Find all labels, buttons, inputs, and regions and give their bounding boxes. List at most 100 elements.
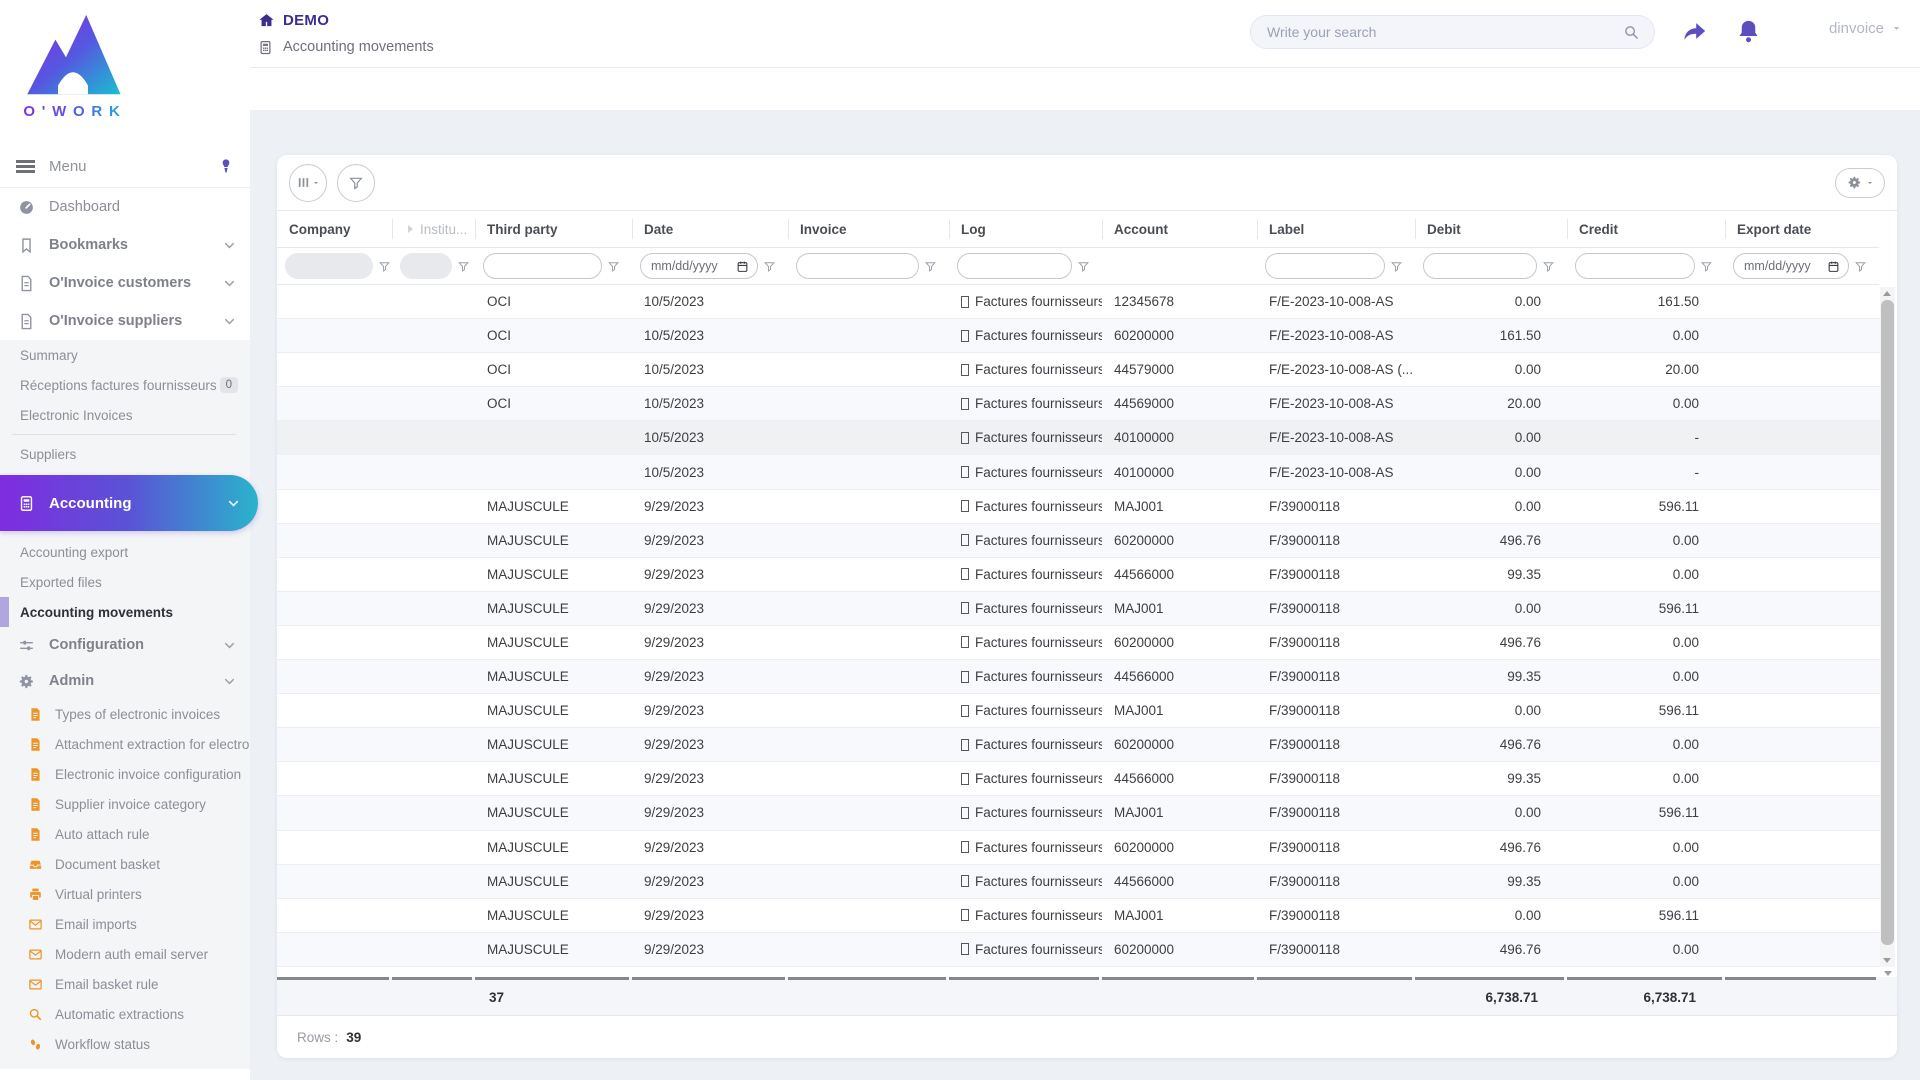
filter-funnel-icon[interactable] [1077,260,1090,273]
cell-credit: - [1694,464,1700,480]
sidebar-subitem-r-ceptions-factures-fournisseurs[interactable]: Réceptions factures fournisseurs 0 [0,370,250,400]
sidebar-subitem-workflow-status[interactable]: Workflow status [0,1029,250,1059]
col-header-log[interactable]: Log [949,211,1102,247]
table-row[interactable]: OCI 10/5/2023 Factures fournisseurs 6020000… [277,319,1880,354]
sidebar-subitem-electronic-invoices[interactable]: Electronic Invoices [0,400,250,430]
cell-credit: 596.11 [1658,805,1699,821]
filter-input-invoice[interactable] [796,253,919,279]
col-header-third_party[interactable]: Third party [475,211,632,247]
table-row[interactable]: MAJUSCULE 9/29/2023 Factures fournisseurs 6… [277,932,1880,967]
cell-export_date [1725,796,1879,829]
cell-institution [392,285,475,318]
sidebar-item-admin[interactable]: Admin [0,663,250,699]
filter-funnel-icon[interactable] [378,260,391,273]
col-header-date[interactable]: Date [632,211,788,247]
sidebar-subitem-modern-auth-email-server[interactable]: Modern auth email server [0,939,250,969]
filter-funnel-icon[interactable] [1700,260,1713,273]
sidebar-subitem-electronic-invoice-configuration[interactable]: Electronic invoice configuration [0,759,250,789]
menu-label: Menu [49,157,87,175]
filter-input-label[interactable] [1265,253,1385,279]
table-row[interactable]: MAJUSCULE 9/29/2023 Factures fournisseurs 6… [277,523,1880,558]
col-header-institution[interactable]: Institu... [392,211,475,247]
scroll-up-arrow[interactable] [1883,291,1891,296]
filter-button[interactable] [337,163,375,202]
table-row[interactable]: 10/5/2023 Factures fournisseurs 40100000 F/… [277,455,1880,490]
col-filter-company [277,248,392,284]
table-row[interactable]: MAJUSCULE 9/29/2023 Factures fournisseurs M… [277,591,1880,626]
col-header-credit[interactable]: Credit [1567,211,1725,247]
sidebar-item-o-invoice-suppliers[interactable]: O'Invoice suppliers [0,302,250,340]
table-row[interactable]: MAJUSCULE 9/29/2023 Factures fournisseurs M… [277,899,1880,933]
table-row[interactable]: OCI 10/5/2023 Factures fournisseurs 4456900… [277,387,1880,422]
sidebar-subitem-exported-files[interactable]: Exported files [0,567,250,597]
filter-funnel-icon[interactable] [924,260,937,273]
sidebar-subitem-supplier-invoice-category[interactable]: Supplier invoice category [0,789,250,819]
sidebar-subitem-attachment-extraction-for-electroni[interactable]: Attachment extraction for electroni [0,729,250,759]
sidebar-subitem-automatic-extractions[interactable]: Automatic extractions [0,999,250,1029]
filter-funnel-icon[interactable] [1542,260,1555,273]
search-icon[interactable] [1623,24,1640,41]
filter-funnel-icon[interactable] [1854,260,1867,273]
filter-date-input-date[interactable]: mm/dd/yyyy [640,253,758,279]
table-row[interactable]: OCI 10/5/2023 Factures fournisseurs 4457900… [277,353,1880,388]
log-doc-icon [961,329,969,342]
table-row[interactable]: MAJUSCULE 9/29/2023 Factures fournisseurs M… [277,796,1880,831]
settings-button[interactable] [1835,167,1885,198]
inbox-icon [28,857,43,872]
filter-funnel-icon[interactable] [457,260,470,273]
table-row[interactable]: MAJUSCULE 9/29/2023 Factures fournisseurs 6… [277,831,1880,865]
sidebar-item-dashboard[interactable]: Dashboard [0,188,250,226]
col-header-label[interactable]: Label [1257,211,1415,247]
sidebar-subitem-email-basket-rule[interactable]: Email basket rule [0,969,250,999]
table-row[interactable]: MAJUSCULE 9/29/2023 Factures fournisseurs 4… [277,864,1880,899]
scrollbar-thumb[interactable] [1881,300,1894,945]
sidebar-subitem-email-imports[interactable]: Email imports [0,909,250,939]
filter-funnel-icon[interactable] [763,260,776,273]
col-header-export_date[interactable]: Export date [1725,211,1879,247]
cell-text: Factures fournisseurs [975,907,1102,923]
col-header-invoice[interactable]: Invoice [788,211,949,247]
table-row[interactable]: MAJUSCULE 9/29/2023 Factures fournisseurs 4… [277,558,1880,592]
table-row[interactable]: MAJUSCULE 9/29/2023 Factures fournisseurs M… [277,490,1880,524]
filter-funnel-icon[interactable] [607,260,620,273]
hamburger-icon[interactable] [16,159,35,173]
table-row[interactable]: MAJUSCULE 9/29/2023 Factures fournisseurs 4… [277,762,1880,797]
col-header-debit[interactable]: Debit [1415,211,1567,247]
filter-input-third_party[interactable] [483,253,602,279]
table-row[interactable]: MAJUSCULE 9/29/2023 Factures fournisseurs 6… [277,626,1880,661]
sidebar-subitem-suppliers[interactable]: Suppliers [0,439,250,469]
table-row[interactable]: MAJUSCULE 9/29/2023 Factures fournisseurs 4… [277,660,1880,695]
scroll-down-arrow[interactable] [1883,958,1891,963]
sidebar-item-bookmarks[interactable]: Bookmarks [0,226,250,264]
sidebar-subitem-auto-attach-rule[interactable]: Auto attach rule [0,819,250,849]
app-title-link[interactable]: DEMO [258,12,329,29]
share-icon[interactable] [1681,18,1708,45]
sidebar-subitem-types-of-electronic-invoices[interactable]: Types of electronic invoices [0,699,250,729]
cell-export_date [1725,319,1879,352]
user-menu[interactable]: dinvoice [1829,20,1902,37]
pin-icon[interactable] [218,158,234,174]
sidebar-subitem-summary[interactable]: Summary [0,340,250,370]
bell-icon[interactable] [1735,18,1762,45]
sidebar-subitem-accounting-movements[interactable]: Accounting movements [0,597,250,627]
table-row[interactable]: MAJUSCULE 9/29/2023 Factures fournisseurs 6… [277,728,1880,763]
sidebar-subitem-accounting-export[interactable]: Accounting export [0,537,250,567]
col-header-account[interactable]: Account [1102,211,1257,247]
sidebar-subitem-virtual-printers[interactable]: Virtual printers [0,879,250,909]
filter-input-credit[interactable] [1575,253,1695,279]
sidebar-subitem-document-basket[interactable]: Document basket [0,849,250,879]
search-input[interactable] [1265,23,1623,41]
table-row[interactable]: OCI 10/5/2023 Factures fournisseurs 1234567… [277,285,1880,320]
filter-input-debit[interactable] [1423,253,1537,279]
columns-button[interactable] [289,163,327,202]
filter-input-log[interactable] [957,253,1072,279]
sidebar-item-configuration[interactable]: Configuration [0,627,250,663]
sidebar-item-accounting[interactable]: Accounting [0,475,258,531]
sidebar-item-o-invoice-customers[interactable]: O'Invoice customers [0,264,250,302]
table-row[interactable]: MAJUSCULE 9/29/2023 Factures fournisseurs M… [277,694,1880,729]
col-header-company[interactable]: Company [277,211,392,247]
table-row[interactable]: 10/5/2023 Factures fournisseurs 40100000 F/… [277,421,1880,456]
filter-funnel-icon[interactable] [1390,260,1403,273]
scroll-down-arrow[interactable] [1884,971,1892,976]
filter-date-input-export_date[interactable]: mm/dd/yyyy [1733,253,1849,279]
